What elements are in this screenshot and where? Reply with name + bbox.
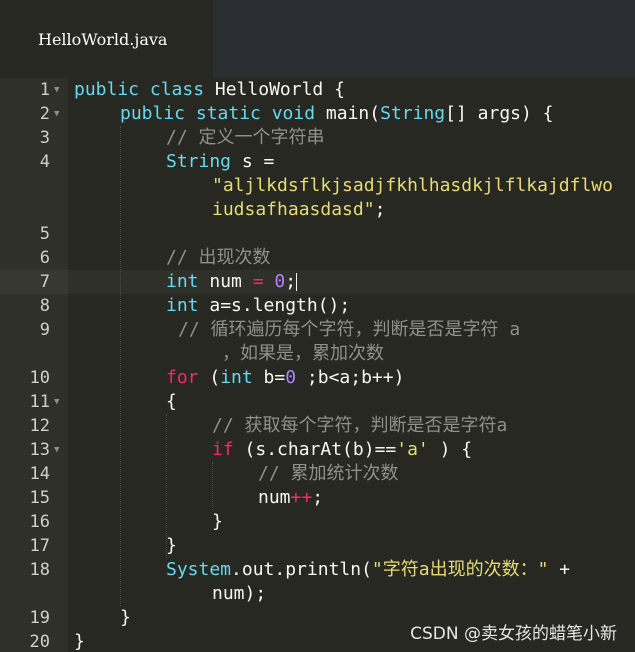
code-token: ++ (290, 487, 313, 508)
code-token: ) { (428, 439, 473, 460)
code-token: for (166, 367, 199, 388)
code-line: System.out.println("字符a出现的次数：" + (166, 558, 570, 582)
line-number: 14 (29, 464, 50, 484)
code-token: System (166, 559, 232, 580)
code-line: } (212, 511, 223, 532)
editor-area[interactable]: 1 2 3 4 5 6 7 8 9 10 11 12 13 14 15 16 1… (0, 78, 635, 652)
code-string: iudsafhaasdasd" (212, 199, 375, 220)
code-token: num (198, 271, 253, 292)
line-number: 11 (29, 392, 50, 412)
line-number: 4 (39, 152, 50, 172)
text-cursor (296, 273, 298, 291)
line-number: 3 (39, 128, 50, 148)
line-number: 17 (29, 536, 50, 556)
code-comment: // 累加统计次数 (258, 463, 399, 484)
code-token: .out.println( (231, 559, 372, 580)
code-token: a=s.length(); (198, 295, 351, 316)
code-token: ; (374, 199, 386, 220)
code-line: String s = (166, 150, 274, 174)
code-token: String (166, 151, 232, 172)
fold-arrow-icon[interactable]: ▼ (54, 102, 64, 126)
line-number: 2 (39, 104, 50, 124)
fold-arrow-icon[interactable]: ▼ (54, 438, 64, 462)
code-line: num++; (258, 486, 323, 510)
code-token: int (166, 295, 199, 316)
code-line: { (166, 391, 177, 412)
code-number: 0 (274, 271, 286, 292)
code-line: for (int b=0 ;b<a;b++) (166, 366, 404, 390)
code-string: "aljlkdsflkjsadjfkhlhasdkjlflkajdflwo (212, 175, 613, 196)
line-number: 5 (39, 224, 50, 244)
line-number: 6 (39, 248, 50, 268)
code-token: [] args) { (445, 103, 554, 124)
line-number: 15 (29, 488, 50, 508)
line-number: 10 (29, 368, 50, 388)
line-number: 9 (39, 320, 50, 340)
code-line: public static void main(String[] args) { (120, 102, 554, 126)
code-string: "字符a出现的次数：" (371, 559, 549, 580)
code-comment: // 循环遍历每个字符，判断是否是字符 a (178, 319, 521, 340)
code-token: if (212, 439, 234, 460)
code-token: ; (285, 271, 297, 292)
indent-guide (212, 462, 213, 510)
fold-arrow-icon[interactable]: ▼ (54, 78, 64, 102)
code-comment: // 获取每个字符，判断是否是字符a (212, 415, 508, 436)
code-editor-window: HelloWorld.java 1 2 3 4 5 6 7 8 9 10 11 … (0, 0, 635, 652)
code-comment: // 出现次数 (166, 247, 271, 268)
code-line: int num = 0; (166, 270, 298, 294)
code-line: int a=s.length(); (166, 294, 350, 318)
code-comment: ，如果是，累加次数 (222, 343, 384, 364)
code-line: } (166, 535, 177, 556)
code-token: public static void (120, 103, 316, 124)
line-number: 13 (29, 440, 50, 460)
current-line-highlight (0, 270, 635, 294)
code-token: ;b<a;b++) (296, 367, 405, 388)
code-token: ; (312, 487, 324, 508)
code-token: HelloWorld { (204, 79, 345, 100)
code-line: iudsafhaasdasd"; (212, 198, 385, 222)
fold-arrow-icon[interactable]: ▼ (54, 390, 64, 414)
code-token: num (258, 487, 291, 508)
code-string: 'a' (396, 439, 429, 460)
line-number: 16 (29, 512, 50, 532)
code-line: if (s.charAt(b)=='a' ) { (212, 438, 472, 462)
tab-bar-empty-area (213, 0, 635, 78)
code-token: public class (74, 79, 205, 100)
indent-guide (120, 126, 121, 606)
code-token: = (252, 271, 264, 292)
tab-bar: HelloWorld.java (0, 0, 635, 78)
code-comment: // 定义一个字符串 (166, 127, 325, 148)
code-token: b= (252, 367, 286, 388)
line-number: 12 (29, 416, 50, 436)
tab-helloworld-java[interactable]: HelloWorld.java (0, 0, 213, 78)
code-token: s = (231, 151, 275, 172)
code-token: main( (315, 103, 381, 124)
code-token: int (220, 367, 253, 388)
code-line: public class HelloWorld { (74, 78, 345, 102)
line-number: 8 (39, 296, 50, 316)
watermark-text: CSDN @卖女孩的蜡笔小新 (410, 624, 617, 644)
line-number-gutter: 1 2 3 4 5 6 7 8 9 10 11 12 13 14 15 16 1… (0, 78, 68, 652)
code-line: } (120, 607, 131, 628)
code-token: int (166, 271, 199, 292)
line-number: 19 (29, 608, 50, 628)
code-token: String (380, 103, 446, 124)
code-token: (s.charAt(b)== (233, 439, 397, 460)
code-number: 0 (285, 367, 297, 388)
code-token: + (548, 559, 571, 580)
line-number: 20 (29, 632, 50, 652)
line-number: 1 (39, 80, 50, 100)
code-token: ( (198, 367, 221, 388)
code-line: num); (212, 583, 267, 604)
code-line: } (74, 631, 85, 652)
line-number: 18 (29, 560, 50, 580)
